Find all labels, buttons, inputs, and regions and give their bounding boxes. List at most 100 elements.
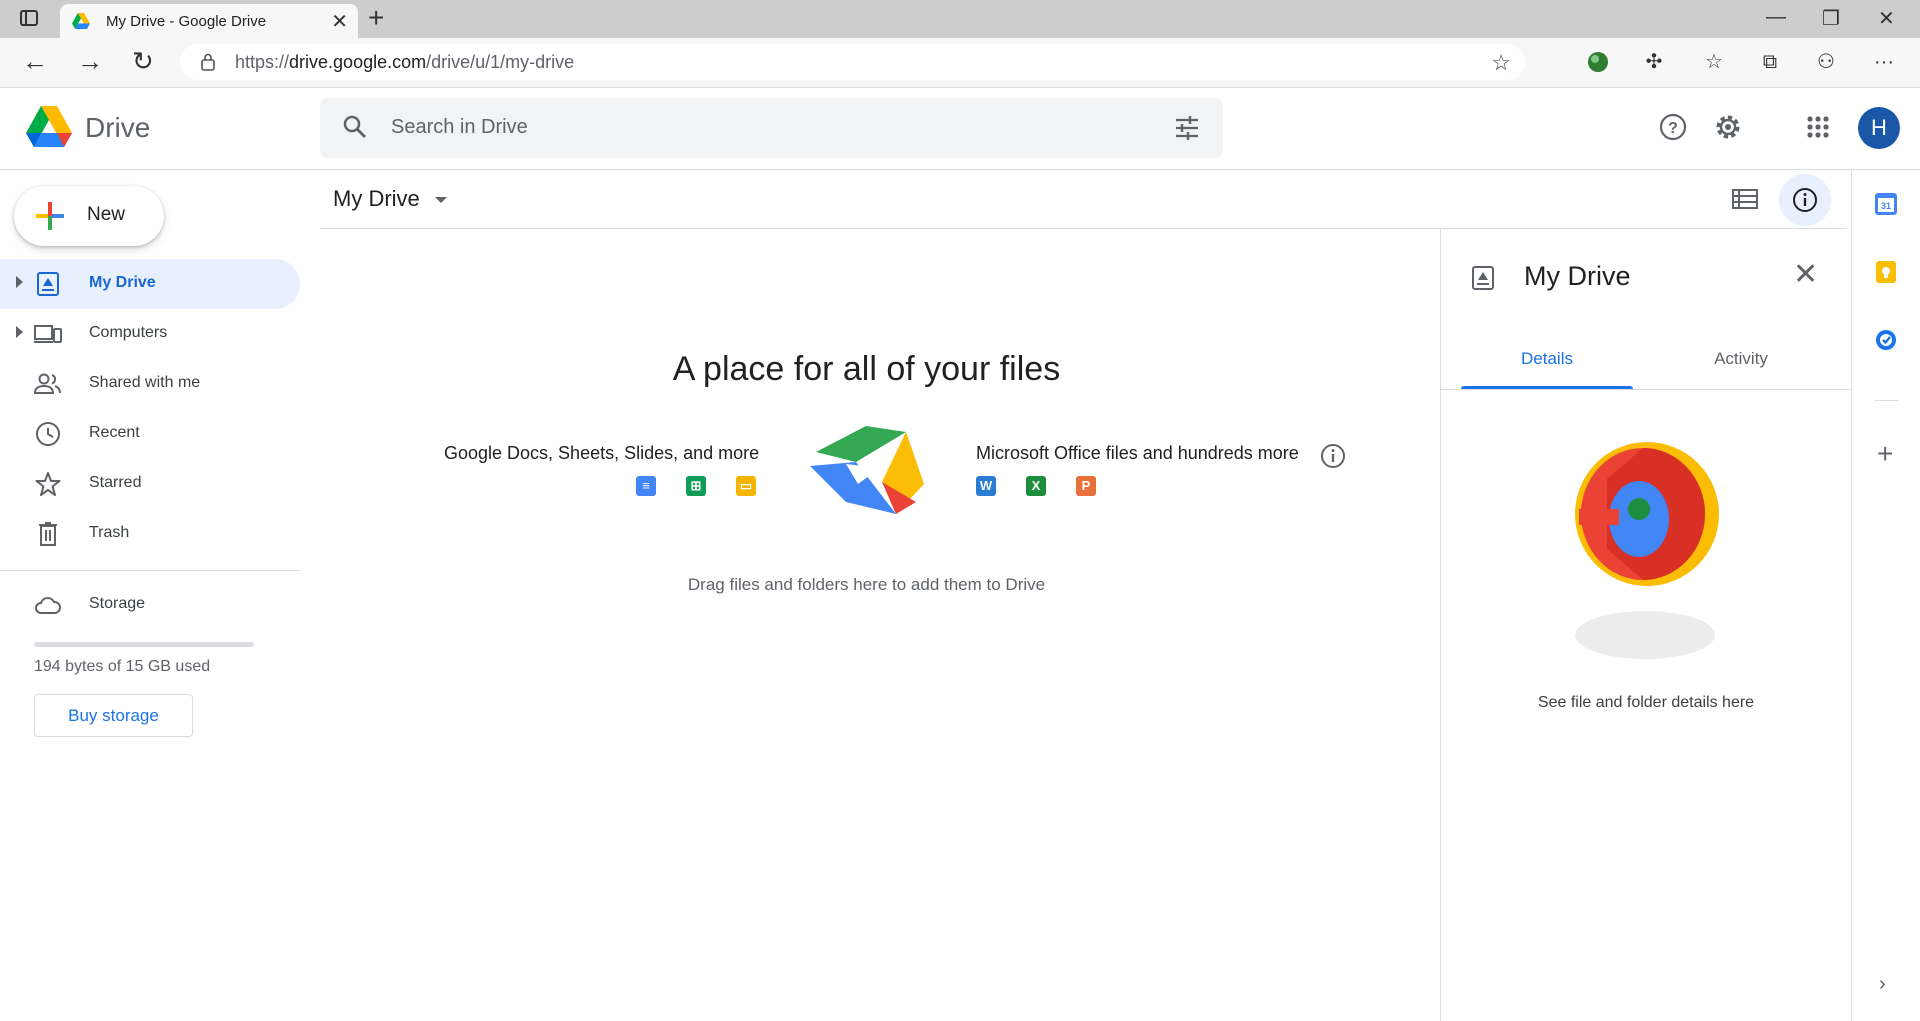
cloud-icon: [35, 597, 61, 614]
info-icon: [1793, 188, 1817, 212]
tab-actions-icon[interactable]: [20, 10, 38, 26]
search-bar[interactable]: Search in Drive: [320, 98, 1223, 158]
browser-toolbar: ← → ↻ https://drive.google.com/drive/u/1…: [0, 38, 1920, 88]
my-drive-icon: [1472, 266, 1494, 290]
help-icon[interactable]: ?: [1658, 112, 1688, 142]
computers-icon: [34, 325, 62, 343]
tab-details[interactable]: Details: [1461, 349, 1633, 369]
lock-icon[interactable]: [200, 53, 216, 71]
slides-icon: ▭: [736, 476, 756, 496]
list-view-icon[interactable]: [1732, 188, 1758, 210]
sidebar-item-storage[interactable]: Storage: [0, 580, 300, 630]
sidebar-item-starred[interactable]: Starred: [0, 459, 300, 509]
details-illustration-icon: [1575, 442, 1719, 659]
sidebar-divider: [0, 570, 300, 571]
docs-icon: ≡: [636, 476, 656, 496]
collections-icon[interactable]: ⧉: [1759, 51, 1781, 73]
sidebar-item-trash[interactable]: Trash: [0, 509, 300, 559]
sheets-icon: ⊞: [686, 476, 706, 496]
drive-favicon-icon: [72, 13, 90, 29]
settings-gear-icon[interactable]: [1713, 112, 1743, 142]
restore-icon[interactable]: ❐: [1822, 6, 1840, 31]
plus-icon: [36, 202, 64, 230]
tab-activity[interactable]: Activity: [1655, 349, 1827, 369]
close-tab-icon[interactable]: ✕: [331, 9, 348, 34]
close-window-icon[interactable]: ✕: [1878, 6, 1895, 31]
storage-usage-bar: [34, 642, 254, 647]
close-icon[interactable]: ✕: [1793, 257, 1818, 292]
calendar-icon[interactable]: 31: [1874, 192, 1898, 216]
account-avatar[interactable]: H: [1858, 107, 1900, 149]
recent-clock-icon: [36, 422, 60, 446]
drive-logo-icon[interactable]: [26, 106, 72, 147]
sidebar-item-label: Recent: [89, 424, 140, 441]
back-icon[interactable]: ←: [22, 48, 48, 74]
sidebar-item-my-drive[interactable]: My Drive: [0, 259, 300, 309]
browser-tab-bar: My Drive - Google Drive ✕ + — ❐ ✕: [0, 0, 1920, 38]
word-icon: W: [976, 476, 996, 496]
info-icon[interactable]: [1320, 443, 1346, 469]
details-empty-message: See file and folder details here: [1537, 694, 1755, 711]
trash-icon: [39, 522, 57, 546]
drive-header: Drive Search in Drive ? H: [0, 88, 1920, 170]
sidebar-item-shared-with-me[interactable]: Shared with me: [0, 359, 300, 409]
sidebar-item-label: Starred: [89, 474, 142, 491]
excel-icon: X: [1026, 476, 1046, 496]
chevron-right-icon[interactable]: ›: [1879, 973, 1886, 996]
empty-state-title: A place for all of your files: [672, 350, 1061, 388]
svg-text:?: ?: [1668, 120, 1678, 137]
sidebar-item-label: My Drive: [89, 274, 156, 291]
search-options-icon[interactable]: [1173, 114, 1201, 142]
star-icon: [35, 472, 61, 496]
powerpoint-icon: P: [1076, 476, 1096, 496]
apps-grid-icon[interactable]: [1803, 112, 1833, 142]
tab-title: My Drive - Google Drive: [106, 13, 267, 30]
storage-used-text: 194 bytes of 15 GB used: [34, 658, 211, 675]
sidebar-item-computers[interactable]: Computers: [0, 309, 300, 359]
sidebar-item-recent[interactable]: Recent: [0, 409, 300, 459]
expand-caret-icon[interactable]: [16, 276, 23, 288]
extension-globe-icon[interactable]: [1587, 51, 1609, 73]
google-files-caption: Google Docs, Sheets, Slides, and more: [444, 443, 760, 463]
new-button[interactable]: New: [14, 186, 164, 246]
buy-storage-button[interactable]: Buy storage: [34, 694, 193, 737]
favorites-icon[interactable]: ☆: [1703, 51, 1725, 73]
tasks-icon[interactable]: [1874, 328, 1898, 352]
search-icon[interactable]: [342, 114, 368, 140]
minimize-icon[interactable]: —: [1766, 6, 1786, 29]
reload-icon[interactable]: ↻: [132, 48, 154, 74]
svg-text:31: 31: [1881, 201, 1891, 211]
rail-divider: [1875, 400, 1899, 401]
url-text: https://drive.google.com/drive/u/1/my-dr…: [235, 52, 575, 72]
drive-illustration-icon: [810, 426, 924, 514]
panel-title: My Drive: [1524, 261, 1631, 291]
page-title[interactable]: My Drive: [333, 186, 420, 212]
translate-icon[interactable]: ⚇: [1815, 51, 1837, 73]
details-panel: My Drive ✕ Details Activity See file and…: [1440, 229, 1851, 1021]
forward-icon[interactable]: →: [77, 48, 103, 74]
new-button-label: New: [87, 204, 126, 225]
keep-icon[interactable]: [1874, 260, 1898, 284]
details-toggle-button[interactable]: [1779, 174, 1831, 226]
browser-tab[interactable]: My Drive - Google Drive ✕: [60, 4, 358, 38]
product-name[interactable]: Drive: [85, 112, 150, 144]
search-input[interactable]: Search in Drive: [391, 116, 528, 139]
title-dropdown-icon[interactable]: [435, 197, 447, 203]
address-bar[interactable]: https://drive.google.com/drive/u/1/my-dr…: [180, 44, 1525, 80]
expand-caret-icon[interactable]: [16, 326, 23, 338]
sidebar-item-label: Computers: [89, 324, 168, 341]
sidebar-item-label: Trash: [89, 524, 130, 541]
office-files-caption: Microsoft Office files and hundreds more: [976, 443, 1299, 463]
my-drive-icon: [37, 272, 59, 296]
drag-hint: Drag files and folders here to add them …: [687, 575, 1046, 594]
sidebar-item-label: Storage: [89, 595, 146, 612]
side-apps-rail: 31 + ›: [1851, 170, 1920, 1021]
shared-icon: [34, 373, 61, 394]
add-favorite-icon[interactable]: ☆: [1491, 50, 1511, 76]
sidebar-item-label: Shared with me: [89, 374, 201, 391]
new-tab-icon[interactable]: +: [368, 2, 384, 34]
extensions-icon[interactable]: ✣: [1643, 51, 1665, 73]
tab-divider: [1441, 389, 1851, 390]
browser-menu-icon[interactable]: ···: [1873, 51, 1895, 73]
add-app-icon[interactable]: +: [1877, 440, 1893, 468]
